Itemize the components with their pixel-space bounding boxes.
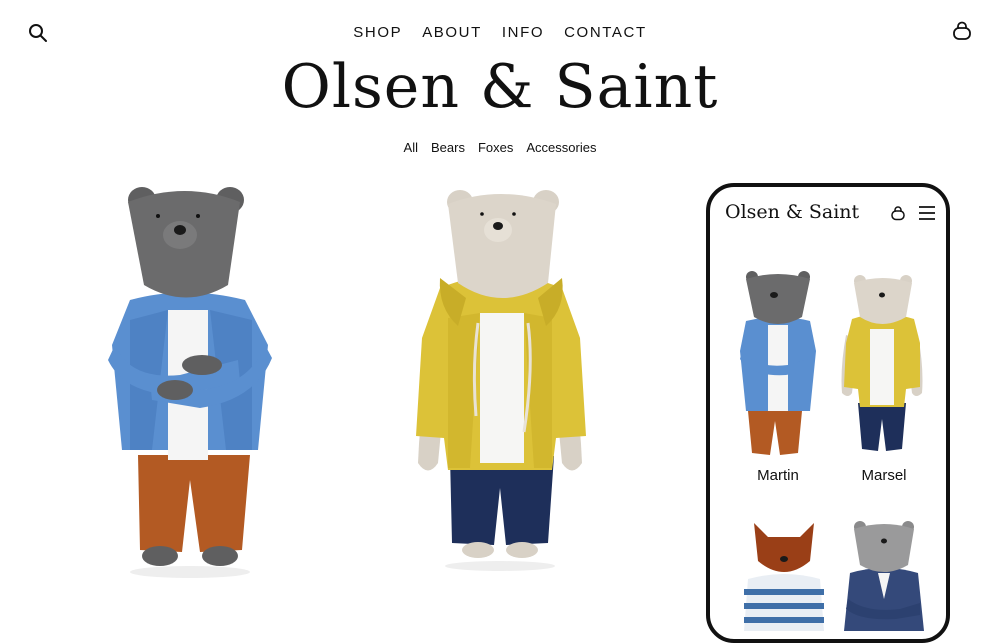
filter-accessories[interactable]: Accessories xyxy=(526,140,596,155)
phone-product-marsel-name[interactable]: Marsel xyxy=(839,467,929,484)
phone-product-martin-image[interactable] xyxy=(738,271,818,461)
hamburger-menu-icon[interactable] xyxy=(917,205,937,221)
product-image-grey-bear[interactable] xyxy=(90,180,290,580)
bag-icon[interactable] xyxy=(951,20,973,42)
category-filters: All Bears Foxes Accessories xyxy=(0,140,1000,155)
site-logo[interactable]: Olsen & Saint xyxy=(0,52,1000,122)
phone-mockup: Olsen & Saint Martin Marsel xyxy=(706,183,950,643)
phone-logo[interactable]: Olsen & Saint xyxy=(725,201,859,223)
phone-product-fox-image[interactable] xyxy=(744,521,824,631)
product-image-beige-bear[interactable] xyxy=(400,188,600,578)
phone-product-martin-name[interactable]: Martin xyxy=(733,467,823,484)
phone-product-marsel-image[interactable] xyxy=(840,273,924,463)
filter-foxes[interactable]: Foxes xyxy=(478,140,513,155)
phone-product-navy-bear-image[interactable] xyxy=(844,521,924,631)
filter-all[interactable]: All xyxy=(404,140,418,155)
main-nav: SHOP ABOUT INFO CONTACT xyxy=(0,24,1000,41)
nav-info[interactable]: INFO xyxy=(502,24,544,41)
bag-icon[interactable] xyxy=(890,205,906,221)
nav-about[interactable]: ABOUT xyxy=(422,24,482,41)
nav-contact[interactable]: CONTACT xyxy=(564,24,647,41)
nav-shop[interactable]: SHOP xyxy=(353,24,402,41)
filter-bears[interactable]: Bears xyxy=(431,140,465,155)
